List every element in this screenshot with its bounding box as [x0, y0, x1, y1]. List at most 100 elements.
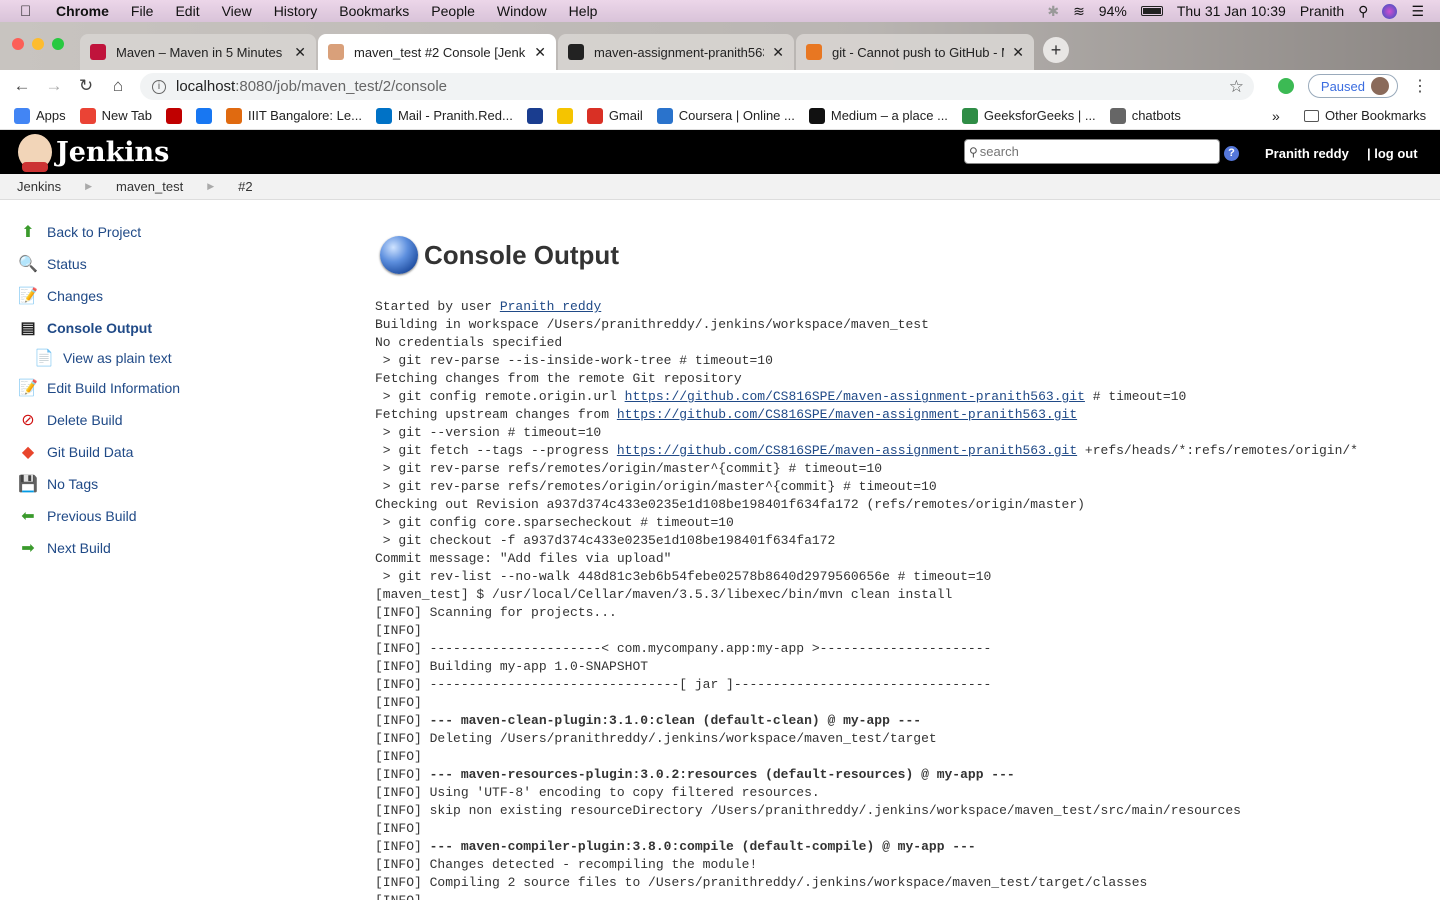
- notification-center-icon[interactable]: ☰: [1411, 3, 1424, 20]
- menubar-user[interactable]: Pranith: [1300, 3, 1344, 19]
- menu-people[interactable]: People: [431, 3, 475, 19]
- task-notepad-edit[interactable]: 📝 Edit Build Information: [18, 372, 318, 404]
- task-terminal[interactable]: ▤ Console Output: [18, 312, 318, 344]
- console-line: [INFO] --- maven-compiler-plugin:3.8.0:c…: [375, 838, 1435, 856]
- jenkins-home-link[interactable]: Jenkins: [18, 134, 169, 172]
- tab-github-repo[interactable]: maven-assignment-pranith563 ✕: [558, 34, 794, 70]
- menu-bookmarks[interactable]: Bookmarks: [339, 3, 409, 19]
- back-arrow-icon[interactable]: ←: [6, 76, 38, 96]
- breadcrumb-separator-icon: ▶: [207, 181, 215, 191]
- console-text: > git checkout -f a937d374c433e0235e1d10…: [375, 533, 836, 548]
- tab-stackoverflow[interactable]: git - Cannot push to GitHub - M ✕: [796, 34, 1034, 70]
- bookmark-item[interactable]: Gmail: [586, 107, 643, 124]
- breadcrumb-label: maven_test: [116, 179, 184, 194]
- wifi-icon[interactable]: ≋: [1073, 3, 1085, 20]
- home-icon[interactable]: ⌂: [102, 76, 134, 96]
- console-text: [INFO] Scanning for projects...: [375, 605, 617, 620]
- help-icon[interactable]: ?: [1224, 146, 1239, 161]
- main-panel: Console Output Started by user Pranith r…: [375, 230, 1435, 900]
- close-tab-icon[interactable]: ✕: [772, 44, 784, 61]
- console-link[interactable]: https://github.com/CS816SPE/maven-assign…: [625, 389, 1085, 404]
- console-text: > git config remote.origin.url: [375, 389, 625, 404]
- menu-app-name[interactable]: Chrome: [56, 3, 109, 19]
- console-link[interactable]: Pranith reddy: [500, 299, 601, 314]
- siri-icon[interactable]: [1382, 3, 1398, 19]
- menu-file[interactable]: File: [131, 3, 154, 19]
- bookmarks-overflow-icon[interactable]: »: [1272, 108, 1280, 124]
- bookmark-item[interactable]: Medium – a place ...: [808, 107, 948, 124]
- bookmark-item[interactable]: New Tab: [79, 107, 152, 124]
- extension-icon[interactable]: [1277, 78, 1294, 94]
- bookmark-favicon-icon: [1109, 107, 1126, 124]
- clock[interactable]: Thu 31 Jan 10:39: [1177, 3, 1286, 19]
- address-bar[interactable]: i localhost:8080/job/maven_test/2/consol…: [140, 73, 1254, 100]
- spotlight-search-icon[interactable]: ⚲: [1358, 3, 1368, 20]
- user-link[interactable]: Pranith reddy: [1265, 146, 1349, 161]
- menu-view[interactable]: View: [222, 3, 252, 19]
- bookmark-favicon-icon: [195, 107, 212, 124]
- extensions-area: Paused ⋮: [1277, 74, 1428, 98]
- task-left-arrow[interactable]: ⬅ Previous Build: [18, 500, 318, 532]
- info-icon[interactable]: i: [152, 79, 166, 94]
- bookmarks-bar: Apps New Tab IIIT Bangalore: Le... Mail - P…: [0, 102, 1440, 130]
- bookmark-item[interactable]: Apps: [14, 107, 66, 124]
- bookmark-favicon-icon: [14, 107, 30, 124]
- apple-menu-icon[interactable]: : [20, 3, 40, 20]
- console-link[interactable]: https://github.com/CS816SPE/maven-assign…: [617, 407, 1077, 422]
- bookmark-item[interactable]: chatbots: [1109, 107, 1181, 124]
- console-line: > git fetch --tags --progress https://gi…: [375, 442, 1435, 460]
- bookmark-star-icon[interactable]: ☆: [1229, 77, 1244, 97]
- task-up-arrow[interactable]: ⬆ Back to Project: [18, 216, 318, 248]
- tab-label: maven_test #2 Console [Jenkins]: [354, 44, 526, 60]
- menu-edit[interactable]: Edit: [175, 3, 199, 19]
- menu-history[interactable]: History: [274, 3, 318, 19]
- bookmark-favicon-icon: [225, 107, 242, 124]
- close-tab-icon[interactable]: ✕: [534, 44, 546, 61]
- search-input[interactable]: [979, 144, 1210, 159]
- bookmark-item[interactable]: [526, 107, 543, 124]
- bookmark-item[interactable]: [556, 107, 573, 124]
- close-tab-icon[interactable]: ✕: [294, 44, 306, 61]
- bookmark-item[interactable]: GeeksforGeeks | ...: [961, 107, 1096, 124]
- forward-arrow-icon[interactable]: →: [38, 76, 70, 96]
- console-line: [INFO] Compiling 2 source files to /User…: [375, 874, 1435, 892]
- new-tab-button[interactable]: +: [1043, 37, 1069, 63]
- bookmark-item[interactable]: Mail - Pranith.Red...: [375, 107, 513, 124]
- task-document[interactable]: 📄 View as plain text: [18, 344, 318, 372]
- tab-maven[interactable]: Maven – Maven in 5 Minutes ✕: [80, 34, 316, 70]
- bluetooth-icon[interactable]: ✱: [1047, 3, 1059, 20]
- task-magnifier[interactable]: 🔍 Status: [18, 248, 318, 280]
- task-notepad[interactable]: 📝 Changes: [18, 280, 318, 312]
- console-text: > git rev-list --no-walk 448d81c3eb6b54f…: [375, 569, 992, 584]
- bookmark-favicon-icon: [165, 107, 182, 124]
- console-line: Checking out Revision a937d374c433e0235e…: [375, 496, 1435, 514]
- breadcrumb-build-2[interactable]: #2: [238, 179, 252, 194]
- tab-jenkins-console[interactable]: maven_test #2 Console [Jenkins] ✕: [318, 34, 556, 70]
- maximize-window-icon[interactable]: [52, 38, 64, 50]
- other-bookmarks[interactable]: Other Bookmarks: [1304, 108, 1426, 123]
- bookmark-favicon-icon: [656, 107, 673, 124]
- breadcrumb-jenkins[interactable]: Jenkins ▶: [17, 179, 116, 194]
- bookmark-item[interactable]: [195, 107, 212, 124]
- menu-window[interactable]: Window: [497, 3, 547, 19]
- task-git[interactable]: ◆ Git Build Data: [18, 436, 318, 468]
- reload-icon[interactable]: ↻: [70, 76, 102, 96]
- bookmark-item[interactable]: IIIT Bangalore: Le...: [225, 107, 362, 124]
- console-line: > git rev-parse --is-inside-work-tree # …: [375, 352, 1435, 370]
- task-right-arrow[interactable]: ➡ Next Build: [18, 532, 318, 564]
- breadcrumb-maven-test[interactable]: maven_test ▶: [116, 179, 238, 194]
- logout-link[interactable]: | log out: [1367, 146, 1418, 161]
- battery-icon[interactable]: [1140, 6, 1163, 16]
- task-floppy-disk[interactable]: 💾 No Tags: [18, 468, 318, 500]
- bookmark-item[interactable]: [165, 107, 182, 124]
- menu-help[interactable]: Help: [569, 3, 598, 19]
- console-text: Fetching upstream changes from: [375, 407, 617, 422]
- bookmark-item[interactable]: Coursera | Online ...: [656, 107, 795, 124]
- task-no-entry[interactable]: ⊘ Delete Build: [18, 404, 318, 436]
- console-link[interactable]: https://github.com/CS816SPE/maven-assign…: [617, 443, 1077, 458]
- profile-paused-button[interactable]: Paused: [1307, 74, 1398, 98]
- minimize-window-icon[interactable]: [32, 38, 44, 50]
- chrome-menu-icon[interactable]: ⋮: [1412, 76, 1428, 96]
- close-tab-icon[interactable]: ✕: [1012, 44, 1024, 61]
- close-window-icon[interactable]: [12, 38, 24, 50]
